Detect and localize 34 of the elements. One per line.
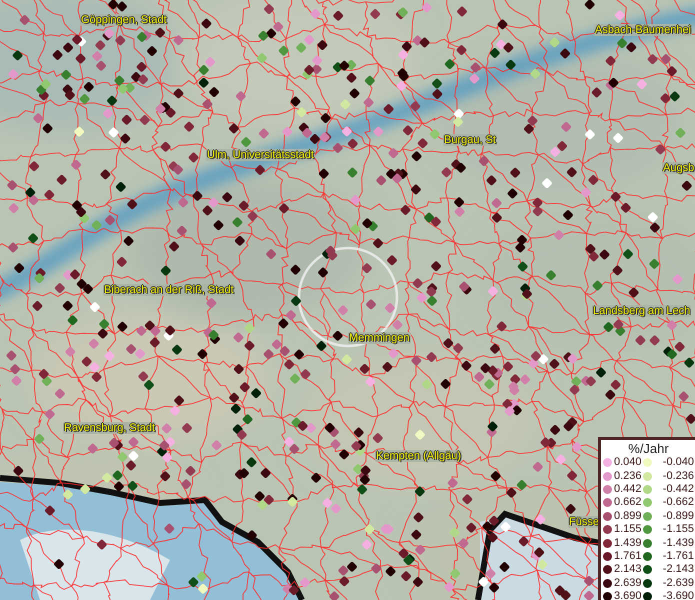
legend-value: 0.442: [614, 482, 642, 496]
place-label: Ulm, Universitätsstadt: [206, 149, 315, 162]
legend-value: 0.040: [614, 456, 642, 470]
place-label: Füsse: [568, 516, 600, 528]
legend-value: -1.439: [662, 536, 694, 550]
place-label: Augsb: [662, 162, 695, 174]
place-label: Biberach an der Riß, Stadt: [103, 284, 235, 296]
legend-value: -0.442: [662, 482, 694, 496]
legend-value: -0.040: [662, 456, 694, 470]
legend-value: -0.236: [662, 470, 694, 483]
legend-value: 3.690: [614, 590, 642, 600]
legend-value: 1.761: [614, 550, 642, 563]
place-label: Memmingen: [348, 332, 411, 344]
legend-value: 1.155: [614, 523, 642, 536]
legend-value: -2.143: [662, 563, 694, 576]
legend-title: %/Jahr: [627, 442, 670, 456]
place-label: Kempten (Allgäu): [375, 450, 462, 462]
legend-value: -1.761: [662, 550, 694, 563]
legend-value: 1.439: [614, 536, 642, 550]
legend-value: -0.662: [662, 496, 694, 510]
place-label: Asbach-Bäumenhei: [594, 24, 692, 36]
legend-value: -3.690: [662, 590, 694, 600]
legend-value: -1.155: [662, 523, 694, 536]
legend-value: 0.236: [614, 470, 642, 483]
place-label: Burgau, St: [443, 134, 497, 146]
legend-value: 2.639: [614, 576, 642, 590]
legend-value: 2.143: [614, 563, 642, 576]
legend-value: 0.899: [614, 510, 642, 523]
place-label: Ravensburg, Stadt: [63, 422, 156, 434]
place-label: Landsberg am Lech: [592, 305, 692, 318]
legend-value: -0.899: [662, 510, 694, 523]
place-label: Göppingen, Stadt: [80, 14, 168, 26]
legend-value: 0.662: [614, 496, 642, 510]
legend-value: -2.639: [662, 576, 694, 590]
